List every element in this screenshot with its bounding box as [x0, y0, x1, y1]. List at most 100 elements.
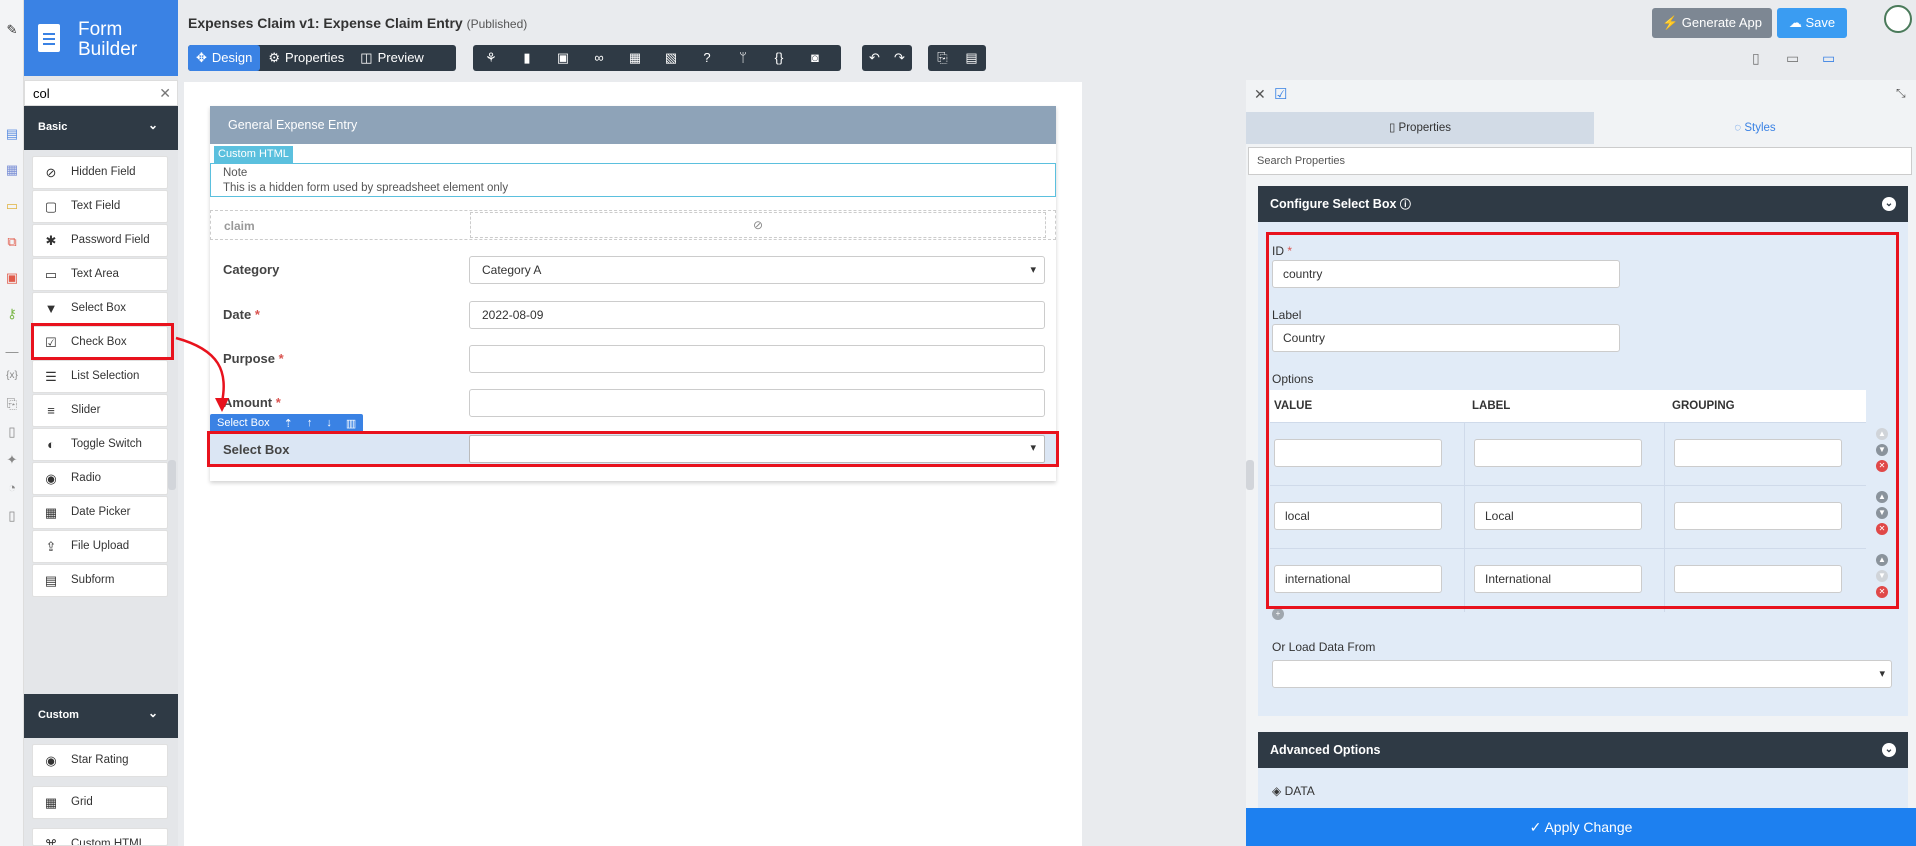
desktop-view-icon[interactable]: ▭ [1822, 50, 1835, 67]
bookmark-icon[interactable]: ▮ [509, 45, 545, 71]
lock-icon[interactable]: ▣ [545, 45, 581, 71]
move-up-icon[interactable]: ▲ [1876, 491, 1888, 503]
load-data-select[interactable]: ▾ [1272, 660, 1892, 688]
add-row-icon[interactable]: + [1272, 608, 1284, 620]
panel-resize-handle[interactable] [1246, 460, 1254, 490]
properties-search-input[interactable]: Search Properties [1248, 147, 1912, 175]
purpose-input[interactable] [469, 345, 1045, 373]
option-grouping-input[interactable] [1674, 502, 1842, 530]
option-label-input[interactable] [1474, 439, 1642, 467]
redo-icon[interactable]: ↷ [887, 45, 912, 71]
save-button[interactable]: ☁ Save [1777, 8, 1847, 38]
palette-select-box[interactable]: ▼ Select Box [32, 292, 168, 325]
clear-search-icon[interactable]: ✕ [159, 85, 171, 102]
move-up-to-top-icon[interactable]: ⇡ [277, 417, 300, 430]
label-input[interactable]: Country [1272, 324, 1620, 352]
delete-row-icon[interactable]: ✕ [1876, 586, 1888, 598]
tablet-view-icon[interactable]: ▭ [1786, 50, 1799, 67]
amount-input[interactable] [469, 389, 1045, 417]
doc-icon[interactable]: ▯ [4, 508, 20, 524]
gauge-icon[interactable]: ◔ [4, 480, 20, 496]
custom-html-element[interactable]: Note This is a hidden form used by sprea… [210, 163, 1056, 197]
palette-search-input[interactable] [25, 81, 145, 105]
option-label-input[interactable]: International [1474, 565, 1642, 593]
selected-element-tag[interactable]: Select Box [210, 417, 277, 429]
palette-file-upload[interactable]: ⇪ File Upload [32, 530, 168, 563]
selected-select-box-row[interactable]: Select Box ▾ [210, 432, 1056, 466]
category-custom[interactable]: Custom ⌄ [24, 694, 178, 738]
option-value-input[interactable]: local [1274, 502, 1442, 530]
apply-change-button[interactable]: ✓ Apply Change [1246, 808, 1916, 846]
generate-app-button[interactable]: ⚡ Generate App [1652, 8, 1772, 38]
option-grouping-input[interactable] [1674, 439, 1842, 467]
copy-icon[interactable]: ⎘ [4, 396, 20, 412]
camera-icon[interactable]: ◙ [797, 45, 833, 71]
variable-icon[interactable]: {x} [4, 368, 20, 384]
palette-custom-html[interactable]: ⌘ Custom HTML [32, 828, 168, 846]
file-icon[interactable]: ▯ [4, 424, 20, 440]
palette-grid[interactable]: ▦ Grid [32, 786, 168, 819]
category-basic[interactable]: Basic ⌄ [24, 106, 178, 150]
table-icon[interactable]: ▦ [4, 162, 20, 178]
check-square-icon[interactable]: ☑ [1274, 85, 1287, 103]
tree-icon[interactable]: ⚘ [473, 45, 509, 71]
select-box-preview[interactable]: ▾ [469, 435, 1045, 463]
palette-hidden-field[interactable]: ⊘ Hidden Field [32, 156, 168, 189]
close-icon[interactable]: ✕ [1254, 86, 1266, 103]
palette-collapse-handle[interactable] [168, 460, 176, 490]
configure-header[interactable]: Configure Select Box ⓘ ⌄ [1258, 186, 1908, 222]
move-down-icon[interactable]: ▼ [1876, 444, 1888, 456]
trash-icon[interactable]: ▥ [339, 417, 363, 430]
help-icon[interactable]: ? [689, 45, 725, 71]
field-row-purpose[interactable]: Purpose * [210, 341, 1056, 377]
report-icon[interactable]: ▣ [4, 270, 20, 286]
move-up-icon[interactable]: ▲ [1876, 554, 1888, 566]
plugin-icon[interactable]: ✦ [4, 452, 20, 468]
arrow-down-icon[interactable]: ↓ [319, 417, 339, 429]
braces-icon[interactable]: {} [761, 45, 797, 71]
field-row-date[interactable]: Date * 2022-08-09 [210, 297, 1056, 333]
palette-password-field[interactable]: ✱ Password Field [32, 224, 168, 257]
undo-icon[interactable]: ↶ [862, 45, 887, 71]
compress-icon[interactable]: ⤡ [1896, 86, 1906, 101]
move-up-icon[interactable]: ▲ [1876, 428, 1888, 440]
arrow-up-icon[interactable]: ↑ [300, 417, 320, 429]
palette-text-area[interactable]: ▭ Text Area [32, 258, 168, 291]
palette-star-rating[interactable]: ◉ Star Rating [32, 744, 168, 777]
mobile-view-icon[interactable]: ▯ [1752, 50, 1760, 67]
edit-icon[interactable]: ✎ [4, 22, 20, 38]
flow-icon[interactable]: ⧉ [4, 234, 20, 250]
binoculars-icon[interactable]: ∞ [581, 45, 617, 71]
tab-design[interactable]: ✥ Design [188, 45, 261, 71]
paste-icon[interactable]: ▤ [957, 45, 986, 71]
delete-row-icon[interactable]: ✕ [1876, 460, 1888, 472]
palette-radio[interactable]: ◉ Radio [32, 462, 168, 495]
key-icon[interactable]: ⚷ [4, 306, 20, 322]
translate-icon[interactable]: ▧ [653, 45, 689, 71]
move-down-icon[interactable]: ▼ [1876, 570, 1888, 582]
palette-text-field[interactable]: ▢ Text Field [32, 190, 168, 223]
advanced-options-header[interactable]: Advanced Options ⌄ [1258, 732, 1908, 768]
table-icon[interactable]: ▦ [617, 45, 653, 71]
copy-icon[interactable]: ⎘ [928, 45, 957, 71]
palette-date-picker[interactable]: ▦ Date Picker [32, 496, 168, 529]
tab-properties[interactable]: ⚙ Properties [260, 45, 352, 71]
tab-preview[interactable]: ◫ Preview [352, 45, 432, 71]
branch-icon[interactable]: ᛘ [725, 45, 761, 71]
option-grouping-input[interactable] [1674, 565, 1842, 593]
id-input[interactable]: country [1272, 260, 1620, 288]
palette-toggle-switch[interactable]: ◐ Toggle Switch [32, 428, 168, 461]
category-select[interactable]: Category A ▾ [469, 256, 1045, 284]
monitor-icon[interactable]: ▭ [4, 198, 20, 214]
palette-check-box[interactable]: ☑ Check Box [32, 326, 168, 359]
palette-subform[interactable]: ▤ Subform [32, 564, 168, 597]
tab-properties-panel[interactable]: ▯ Properties [1246, 112, 1594, 144]
form-icon[interactable]: ▤ [4, 126, 20, 142]
tab-styles[interactable]: ◌ Styles [1594, 112, 1916, 144]
hidden-field-row[interactable]: claim ⊘ [210, 210, 1056, 240]
palette-slider[interactable]: ≡ Slider [32, 394, 168, 427]
date-input[interactable]: 2022-08-09 [469, 301, 1045, 329]
palette-list-selection[interactable]: ☰ List Selection [32, 360, 168, 393]
help-icon[interactable]: ⓘ [1400, 199, 1411, 211]
avatar[interactable] [1884, 5, 1912, 33]
